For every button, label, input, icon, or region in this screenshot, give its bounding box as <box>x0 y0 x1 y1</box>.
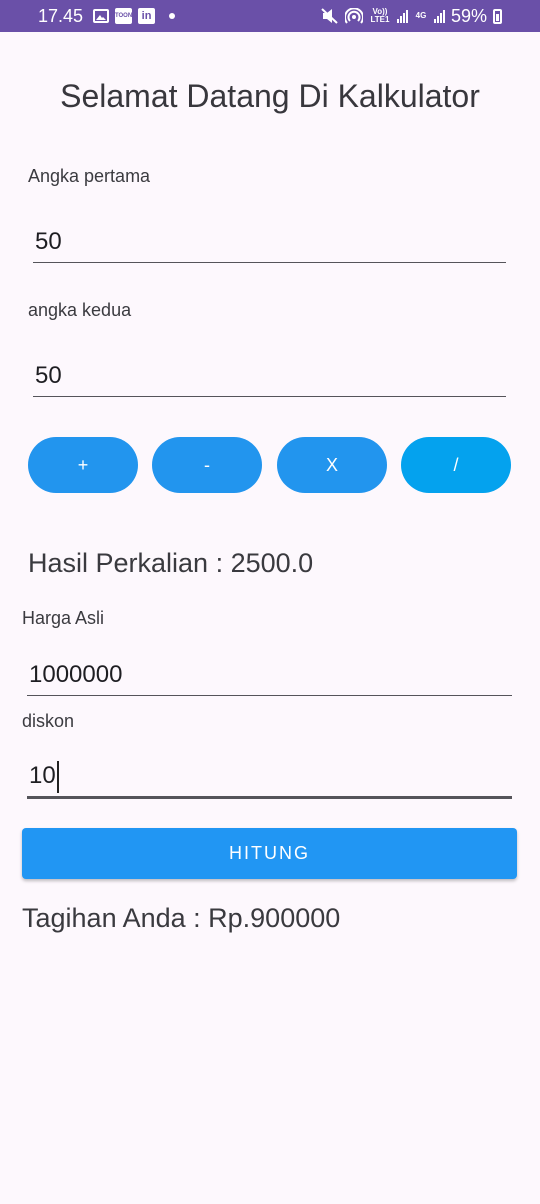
subtract-button[interactable]: - <box>152 437 262 493</box>
webtoon-notification-icon: TOON <box>115 8 132 24</box>
mute-icon <box>321 8 338 24</box>
original-price-label: Harga Asli <box>22 608 105 628</box>
second-number-label: angka kedua <box>28 300 132 320</box>
status-bar-left: 17.45 TOON in <box>38 5 176 27</box>
linkedin-notification-icon: in <box>138 8 156 24</box>
battery-percent: 59% <box>450 5 487 26</box>
battery-icon <box>493 8 502 24</box>
status-bar-right: Vo)) LTE1 4G 59% <box>321 6 502 27</box>
first-number-input[interactable] <box>33 228 506 263</box>
add-button[interactable]: + <box>28 437 138 493</box>
gallery-notification-icon <box>93 9 110 23</box>
bill-result: Tagihan Anda : Rp.900000 <box>22 903 341 933</box>
calculation-result: Hasil Perkalian : 2500.0 <box>28 548 314 578</box>
multiply-button[interactable]: X <box>277 437 387 493</box>
signal-2-icon <box>433 9 445 23</box>
discount-input[interactable] <box>27 761 512 799</box>
first-number-label: Angka pertama <box>28 166 151 186</box>
hotspot-icon <box>344 8 363 24</box>
divide-button[interactable]: / <box>401 437 511 493</box>
original-price-input[interactable] <box>27 661 512 696</box>
status-bar: 17.45 TOON in Vo)) LTE1 4G 59% <box>0 0 540 32</box>
more-notifications-dot-icon <box>169 13 176 19</box>
signal-1-icon <box>396 9 408 23</box>
calculate-button[interactable]: HITUNG <box>22 828 517 879</box>
page-title: Selamat Datang Di Kalkulator <box>60 78 480 114</box>
volte-icon: Vo)) LTE1 <box>370 7 390 24</box>
network-type-icon: 4G <box>415 11 427 20</box>
text-cursor <box>57 761 59 793</box>
status-time: 17.45 <box>38 5 84 26</box>
second-number-input[interactable] <box>33 362 506 397</box>
discount-label: diskon <box>22 711 75 731</box>
